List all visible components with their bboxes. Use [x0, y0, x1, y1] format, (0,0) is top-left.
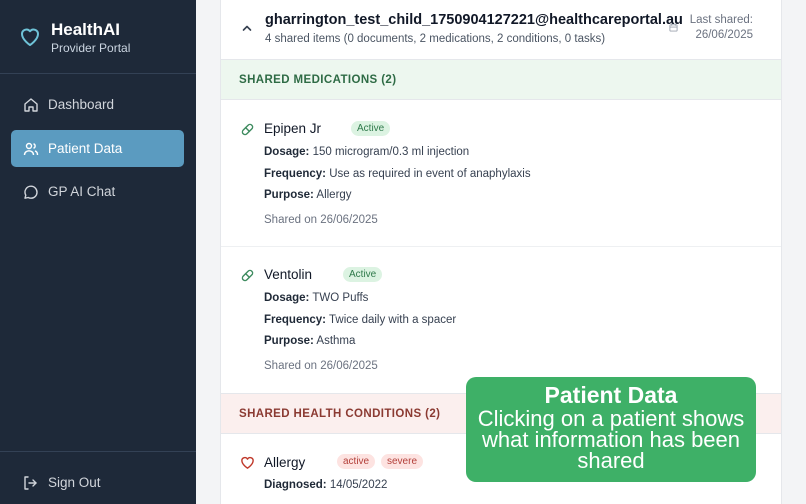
pill-icon — [241, 123, 254, 136]
section-title: SHARED HEALTH CONDITIONS (2) — [239, 408, 441, 420]
medication-item: Ventolin Active Dosage: TWO Puffs Freque… — [221, 247, 781, 393]
logout-icon — [24, 476, 37, 490]
brand: HealthAI Provider Portal — [18, 20, 188, 60]
medication-name: Ventolin — [264, 267, 313, 282]
section-title: SHARED MEDICATIONS (2) — [239, 74, 397, 86]
brand-title: HealthAI — [51, 20, 120, 39]
medications-section-header: SHARED MEDICATIONS (2) — [221, 59, 781, 100]
last-shared-date: 26/06/2025 — [695, 29, 753, 41]
users-icon — [23, 142, 39, 156]
last-shared-label: Last shared: — [689, 14, 753, 26]
sidebar-item-label: GP AI Chat — [48, 184, 116, 199]
sign-out-label: Sign Out — [48, 475, 101, 490]
shared-on-date: Shared on 26/06/2025 — [264, 214, 378, 226]
callout-body: Clicking on a patient shows what informa… — [477, 406, 745, 473]
tutorial-callout: Patient Data Clicking on a patient shows… — [466, 377, 756, 482]
condition-name: Allergy — [264, 455, 306, 470]
status-badge: active — [337, 454, 376, 469]
patient-email[interactable]: gharrington_test_child_1750904127221@hea… — [265, 12, 683, 28]
medication-item: Epipen Jr Active Dosage: 150 microgram/0… — [221, 100, 781, 247]
pill-icon — [241, 269, 254, 282]
status-badge: Active — [343, 267, 383, 282]
home-icon — [24, 98, 38, 112]
chat-icon — [24, 185, 38, 199]
diagnosed-field: Diagnosed: 14/05/2022 — [264, 479, 388, 491]
heart-icon — [241, 456, 254, 469]
severity-badge: severe — [381, 454, 424, 469]
frequency-field: Frequency: Use as required in event of a… — [264, 168, 531, 180]
sidebar-item-label: Dashboard — [48, 97, 115, 112]
status-badge: Active — [351, 121, 391, 136]
dosage-field: Dosage: TWO Puffs — [264, 292, 369, 304]
dosage-field: Dosage: 150 microgram/0.3 ml injection — [264, 146, 470, 158]
sign-out-button[interactable]: Sign Out — [22, 474, 172, 494]
chevron-up-icon[interactable] — [241, 22, 253, 34]
sidebar: HealthAI Provider Portal Dashboard Patie… — [0, 0, 196, 504]
sidebar-item-patient-data[interactable]: Patient Data — [11, 130, 184, 167]
sidebar-item-label: Patient Data — [48, 141, 123, 156]
sidebar-item-dashboard[interactable]: Dashboard — [11, 86, 184, 123]
shared-on-date: Shared on 26/06/2025 — [264, 360, 378, 372]
shared-items-summary: 4 shared items (0 documents, 2 medicatio… — [265, 33, 606, 45]
sidebar-item-gp-ai-chat[interactable]: GP AI Chat — [11, 173, 184, 210]
calendar-icon — [669, 23, 678, 32]
purpose-field: Purpose: Asthma — [264, 335, 356, 347]
heart-logo-icon — [21, 28, 39, 46]
frequency-field: Frequency: Twice daily with a spacer — [264, 314, 457, 326]
sidebar-divider — [0, 73, 196, 74]
callout-title: Patient Data — [544, 382, 678, 408]
sidebar-divider — [0, 451, 196, 452]
purpose-field: Purpose: Allergy — [264, 189, 352, 201]
brand-subtitle: Provider Portal — [51, 41, 131, 55]
medication-name: Epipen Jr — [264, 121, 322, 136]
